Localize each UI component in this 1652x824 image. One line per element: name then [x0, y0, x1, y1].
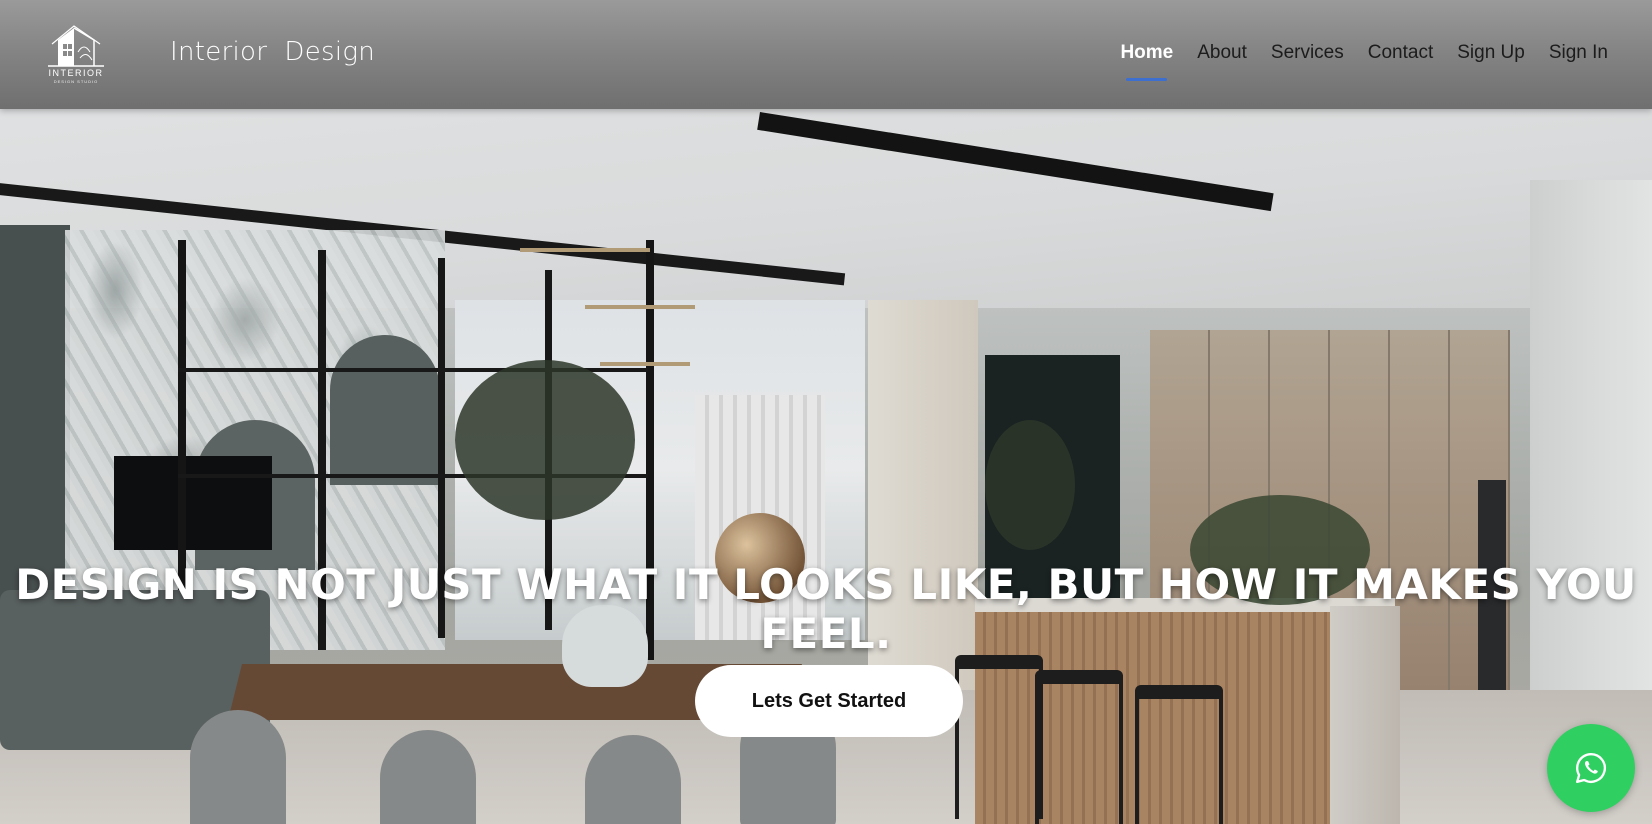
nav-contact[interactable]: Contact	[1356, 42, 1445, 64]
main-nav: Home About Services Contact Sign Up Sign…	[1108, 42, 1620, 81]
nav-sign-up[interactable]: Sign Up	[1445, 42, 1537, 64]
whatsapp-icon	[1576, 753, 1606, 783]
logo-subtitle: DESIGN STUDIO	[53, 79, 99, 84]
get-started-button[interactable]: Lets Get Started	[695, 665, 963, 737]
hero-headline: DESIGN IS NOT JUST WHAT IT LOOKS LIKE, B…	[15, 560, 1637, 658]
nav-home[interactable]: Home	[1108, 42, 1185, 81]
nav-services[interactable]: Services	[1259, 42, 1356, 64]
brand-name: Interior Design	[170, 37, 376, 67]
logo-wordmark: INTERIOR	[48, 68, 104, 78]
site-header: INTERIOR DESIGN STUDIO Interior Design H…	[0, 0, 1652, 109]
house-logo-icon: INTERIOR DESIGN STUDIO	[44, 22, 108, 84]
brand-link[interactable]: INTERIOR DESIGN STUDIO Interior Design	[44, 22, 376, 84]
nav-sign-in[interactable]: Sign In	[1537, 42, 1620, 64]
nav-about[interactable]: About	[1185, 42, 1259, 64]
whatsapp-button[interactable]	[1547, 724, 1635, 812]
